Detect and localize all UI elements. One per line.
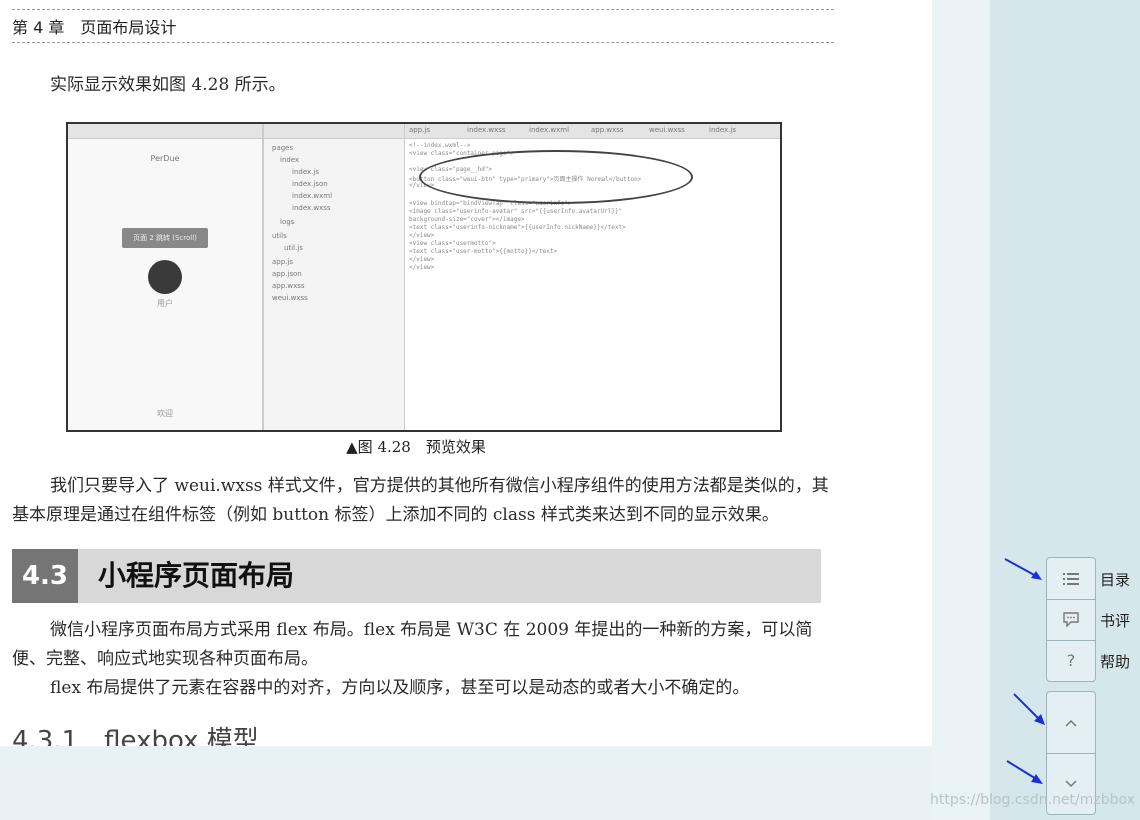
help-label[interactable]: 帮助	[1100, 651, 1130, 672]
tree-item: index.wxml	[292, 192, 333, 200]
page-up-button[interactable]	[1047, 692, 1095, 753]
intro-paragraph: 实际显示效果如图 4.28 所示。	[50, 75, 286, 95]
toc-label[interactable]: 目录	[1100, 569, 1130, 590]
code-line: background-size="cover"></image>	[409, 216, 525, 223]
tree-item: utils	[272, 232, 287, 240]
tree-item: index.json	[292, 180, 328, 188]
section-title: 小程序页面布局	[98, 559, 295, 592]
code-line: <image class="userinfo-avatar" src="{{us…	[409, 208, 623, 215]
watermark: https://blog.csdn.net/mzbbox	[930, 792, 1135, 808]
simulator-panel: PerDue 页面 2 跳转 (Scroll) 用户 欢迎	[68, 124, 264, 430]
question-icon: ?	[1066, 651, 1076, 670]
chevron-down-icon	[1065, 779, 1077, 787]
comment-icon	[1063, 612, 1079, 627]
chevron-up-icon	[1065, 719, 1077, 727]
section-number: 4.3	[12, 549, 78, 603]
section-heading: 4.3 小程序页面布局	[12, 549, 821, 603]
editor-tab: index.wxml	[529, 126, 570, 134]
code-line: <text class="user-motto">{{motto}}</text…	[409, 248, 558, 255]
tree-item: logs	[280, 218, 295, 226]
code-editor-panel: app.js index.wxss index.wxml app.wxss we…	[405, 124, 780, 430]
editor-tab: index.wxss	[467, 126, 506, 134]
subsection-heading: 4.3.1 flexbox 模型	[12, 726, 259, 746]
review-button[interactable]	[1047, 599, 1095, 640]
simulator-motto: 欢迎	[157, 409, 173, 418]
editor-tab: app.wxss	[591, 126, 624, 134]
code-line: <!--index.wxml-->	[409, 142, 471, 149]
editor-tab: weui.wxss	[649, 126, 685, 134]
tree-item: app.json	[272, 270, 302, 278]
toc-button[interactable]	[1047, 558, 1095, 599]
header-top-rule	[12, 9, 834, 10]
code-line: <text class="userinfo-nickname">{{userIn…	[409, 224, 626, 231]
book-page: 第 4 章 页面布局设计 实际显示效果如图 4.28 所示。 PerDue 页面…	[0, 0, 932, 746]
tree-item: app.wxss	[272, 282, 305, 290]
editor-tab-bar: app.js index.wxss index.wxml app.wxss we…	[405, 124, 780, 139]
simulator-toolbar	[68, 124, 262, 139]
header-bottom-rule	[12, 42, 834, 43]
annotation-arrow	[1004, 558, 1042, 580]
tree-item: index.wxss	[292, 204, 331, 212]
editor-tab: app.js	[409, 126, 430, 134]
body-paragraph: flex 布局提供了元素在容器中的对齐，方向以及顺序，甚至可以是动态的或者大小不…	[50, 678, 750, 698]
chapter-header: 第 4 章 页面布局设计	[12, 18, 177, 37]
code-line: <view class="usermotto">	[409, 240, 496, 247]
background-strip	[932, 0, 990, 820]
code-line: </view>	[409, 232, 435, 239]
file-tree-toolbar	[264, 124, 404, 139]
reader-toolbar: ?	[1046, 557, 1096, 682]
tree-item: weui.wxss	[272, 294, 308, 302]
annotation-arrow	[1013, 693, 1045, 725]
tree-item: app.js	[272, 258, 293, 266]
highlight-ellipse	[419, 150, 693, 204]
review-label[interactable]: 书评	[1100, 610, 1130, 631]
code-line: </view>	[409, 264, 435, 271]
list-icon	[1063, 572, 1079, 585]
tree-item: index	[280, 156, 300, 164]
tree-item: index.js	[292, 168, 319, 176]
simulator-title: PerDue	[150, 154, 180, 163]
simulator-avatar	[148, 260, 182, 294]
tree-item: util.js	[284, 244, 303, 252]
file-tree-panel: pages index index.js index.json index.wx…	[264, 124, 405, 430]
annotation-arrow	[1006, 760, 1043, 784]
figure-screenshot: PerDue 页面 2 跳转 (Scroll) 用户 欢迎 pages inde…	[66, 122, 782, 432]
code-line: </view>	[409, 256, 435, 263]
simulator-name: 用户	[157, 299, 173, 308]
tree-item: pages	[272, 144, 294, 152]
help-button[interactable]: ?	[1047, 640, 1095, 681]
figure-caption: ▲图 4.28 预览效果	[346, 438, 486, 456]
body-paragraph: 我们只要导入了 weui.wxss 样式文件，官方提供的其他所有微信小程序组件的…	[12, 476, 829, 525]
simulator-button: 页面 2 跳转 (Scroll)	[122, 228, 208, 248]
editor-tab: index.js	[709, 126, 736, 134]
body-paragraph: 微信小程序页面布局方式采用 flex 布局。flex 布局是 W3C 在 200…	[12, 620, 813, 669]
